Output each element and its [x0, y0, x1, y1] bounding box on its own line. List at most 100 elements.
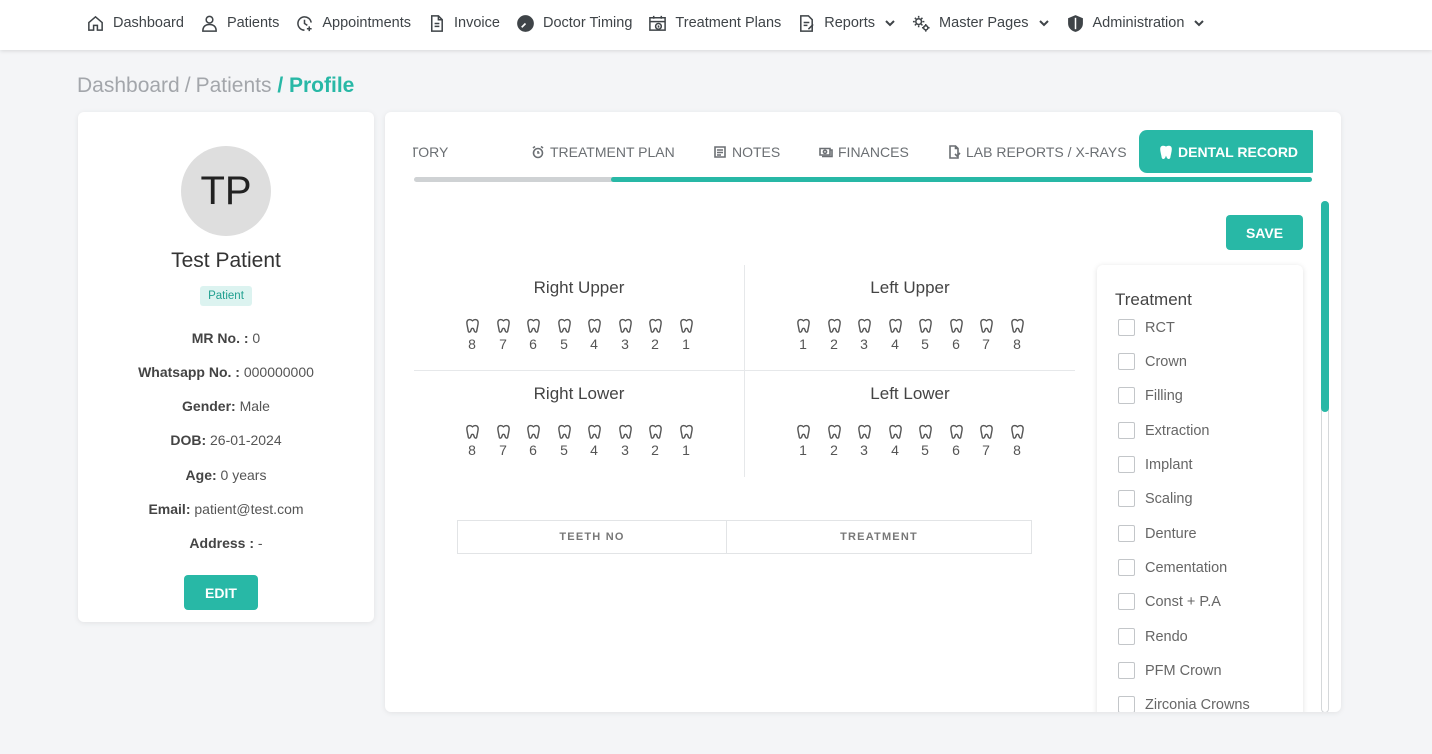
- checkbox[interactable]: [1118, 559, 1135, 576]
- patient-name: Test Patient: [171, 249, 281, 272]
- breadcrumb-patients[interactable]: Patients: [196, 74, 272, 97]
- nav-doctor-timing-label: Doctor Timing: [542, 15, 633, 31]
- tooth[interactable]: 3: [855, 318, 873, 352]
- tooth[interactable]: 5: [916, 424, 934, 458]
- treatment-option-zirconia-crowns[interactable]: Zirconia Crowns: [1118, 696, 1250, 712]
- tooth[interactable]: 5: [916, 318, 934, 352]
- tab-treatment-plan[interactable]: TREATMENT PLAN: [531, 130, 675, 173]
- tooth[interactable]: 6: [524, 318, 542, 352]
- treatment-option-implant[interactable]: Implant: [1118, 456, 1193, 473]
- treatment-option-filling[interactable]: Filling: [1118, 387, 1183, 404]
- tab-dental-record[interactable]: DENTAL RECORD: [1139, 130, 1313, 173]
- tooth[interactable]: 2: [646, 318, 664, 352]
- nav-patients[interactable]: Patients: [200, 14, 279, 33]
- treatment-option-extraction[interactable]: Extraction: [1118, 422, 1209, 439]
- breadcrumb-dashboard[interactable]: Dashboard: [77, 74, 180, 97]
- tab-finances[interactable]: FINANCES: [819, 130, 909, 173]
- checkbox[interactable]: [1118, 387, 1135, 404]
- treatment-option-label: Crown: [1145, 353, 1187, 370]
- treatment-option-crown[interactable]: Crown: [1118, 353, 1187, 370]
- tooth[interactable]: 4: [886, 424, 904, 458]
- treatment-option-scaling[interactable]: Scaling: [1118, 490, 1193, 507]
- tooth-icon: [496, 424, 510, 439]
- nav-treatment-plans[interactable]: Treatment Plans: [648, 14, 781, 33]
- checkbox[interactable]: [1118, 319, 1135, 336]
- checkbox[interactable]: [1118, 490, 1135, 507]
- tooth-icon: [888, 318, 902, 333]
- tooth[interactable]: 7: [977, 424, 995, 458]
- tooth[interactable]: 8: [1008, 318, 1026, 352]
- checkbox[interactable]: [1118, 353, 1135, 370]
- tooth[interactable]: 2: [825, 318, 843, 352]
- tab-lab-reports[interactable]: LAB REPORTS / X-RAYS: [947, 130, 1127, 173]
- checkbox[interactable]: [1118, 422, 1135, 439]
- tooth-number: 2: [830, 336, 838, 352]
- info-label: Gender:: [182, 398, 236, 414]
- nav-master-pages[interactable]: Master Pages: [912, 14, 1049, 33]
- quadrant-title: Right Lower: [533, 384, 625, 403]
- tooth[interactable]: 4: [585, 318, 603, 352]
- treatment-option-pfm-crown[interactable]: PFM Crown: [1118, 662, 1222, 679]
- treatment-option-rct[interactable]: RCT: [1118, 319, 1175, 336]
- tooth-icon: [949, 318, 963, 333]
- nav-reports[interactable]: Reports: [797, 14, 896, 33]
- nav-dashboard[interactable]: Dashboard: [86, 14, 184, 33]
- nav-invoice[interactable]: Invoice: [427, 14, 500, 33]
- info-label: Whatsapp No. :: [138, 364, 240, 380]
- nav-appointments[interactable]: Appointments: [295, 14, 411, 33]
- checkbox[interactable]: [1118, 593, 1135, 610]
- tab-scrollbar-thumb[interactable]: [611, 177, 1312, 182]
- tooth[interactable]: 7: [494, 424, 512, 458]
- tooth[interactable]: 8: [463, 318, 481, 352]
- tooth[interactable]: 8: [1008, 424, 1026, 458]
- info-value: 0: [252, 330, 261, 346]
- tooth[interactable]: 2: [825, 424, 843, 458]
- tooth[interactable]: 4: [886, 318, 904, 352]
- tooth[interactable]: 7: [977, 318, 995, 352]
- tab-scrollbar[interactable]: [414, 177, 1312, 182]
- tooth[interactable]: 3: [616, 424, 634, 458]
- tooth-number: 3: [860, 336, 868, 352]
- tooth[interactable]: 7: [494, 318, 512, 352]
- tooth[interactable]: 2: [646, 424, 664, 458]
- tab-medical-history[interactable]: MEDICAL HISTORY: [413, 130, 448, 173]
- tooth[interactable]: 1: [794, 424, 812, 458]
- tooth[interactable]: 3: [855, 424, 873, 458]
- checkbox[interactable]: [1118, 662, 1135, 679]
- treatment-option-cementation[interactable]: Cementation: [1118, 559, 1227, 576]
- tooth-number: 6: [529, 336, 537, 352]
- nav-doctor-timing[interactable]: Doctor Timing: [516, 14, 632, 33]
- treatment-option-rendo[interactable]: Rendo: [1118, 628, 1188, 645]
- tooth[interactable]: 1: [794, 318, 812, 352]
- info-label: Age:: [185, 467, 217, 483]
- tooth[interactable]: 5: [555, 318, 573, 352]
- tooth-icon: [679, 424, 693, 439]
- chevron-down-icon: [1194, 20, 1205, 27]
- vertical-scrollbar-thumb[interactable]: [1321, 201, 1329, 412]
- nav-administration[interactable]: Administration: [1066, 14, 1206, 33]
- tooth[interactable]: 6: [947, 318, 965, 352]
- tooth[interactable]: 6: [947, 424, 965, 458]
- tooth[interactable]: 3: [616, 318, 634, 352]
- tooth[interactable]: 5: [555, 424, 573, 458]
- treatment-option-const-pa[interactable]: Const + P.A: [1118, 593, 1221, 610]
- shield-icon: [1067, 14, 1083, 32]
- save-button[interactable]: SAVE: [1226, 215, 1303, 250]
- treatment-table: TEETH NO TREATMENT: [457, 520, 1032, 554]
- tooth[interactable]: 4: [585, 424, 603, 458]
- tooth[interactable]: 8: [463, 424, 481, 458]
- vertical-scrollbar[interactable]: [1321, 201, 1329, 712]
- treatment-option-denture[interactable]: Denture: [1118, 525, 1197, 542]
- info-age: Age: 0 years: [78, 467, 374, 483]
- tooth-icon: [796, 318, 810, 333]
- checkbox[interactable]: [1118, 525, 1135, 542]
- checkbox[interactable]: [1118, 628, 1135, 645]
- tooth[interactable]: 1: [677, 424, 695, 458]
- checkbox[interactable]: [1118, 696, 1135, 712]
- tooth[interactable]: 6: [524, 424, 542, 458]
- tooth[interactable]: 1: [677, 318, 695, 352]
- tab-notes[interactable]: NOTES: [713, 130, 780, 173]
- edit-button[interactable]: EDIT: [184, 575, 258, 610]
- checkbox[interactable]: [1118, 456, 1135, 473]
- quadrant-title: Left Lower: [870, 384, 950, 403]
